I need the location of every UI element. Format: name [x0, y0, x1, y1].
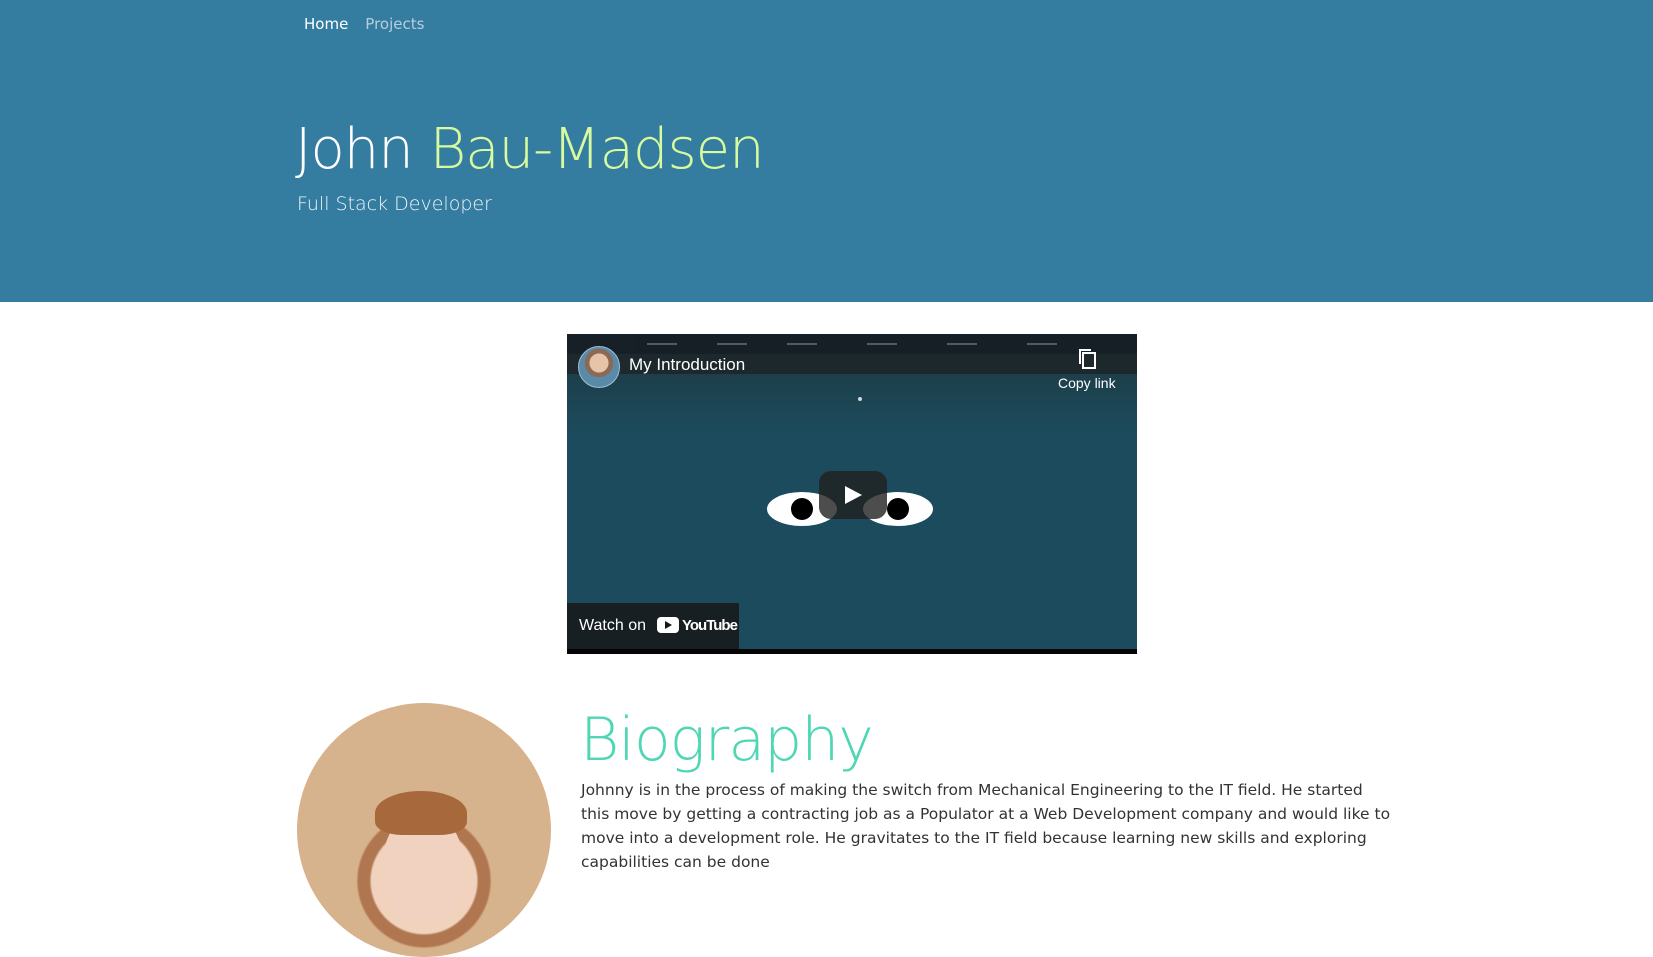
portrait-hair — [375, 791, 467, 835]
biography-heading: Biography — [580, 705, 874, 775]
youtube-logo-icon — [657, 617, 679, 633]
watch-on-youtube-button[interactable]: Watch on YouTube — [567, 603, 739, 649]
watch-on-label: Watch on — [579, 617, 646, 634]
nav-projects-link[interactable]: Projects — [365, 15, 424, 33]
video-progress-bar — [567, 649, 1137, 654]
profile-photo — [297, 703, 551, 957]
copy-link-label[interactable]: Copy link — [1058, 375, 1116, 391]
play-icon — [845, 486, 862, 504]
page-title: John Bau-Madsen — [295, 114, 765, 186]
youtube-embed[interactable]: My Introduction Copy link Watch on YouTu… — [567, 334, 1137, 654]
copy-icon[interactable] — [1077, 347, 1099, 371]
video-frame-cursor-dot — [858, 397, 862, 401]
video-frame-shade — [567, 374, 1137, 434]
biography-text: Johnny is in the process of making the s… — [581, 781, 1391, 871]
video-title[interactable]: My Introduction — [629, 355, 745, 375]
nav-home-link[interactable]: Home — [304, 15, 348, 33]
play-button[interactable] — [819, 471, 887, 519]
hero-header: Home Projects John Bau-Madsen Full Stack… — [0, 0, 1653, 302]
channel-avatar[interactable] — [578, 346, 620, 388]
last-name: Bau-Madsen — [429, 117, 765, 182]
first-name: John — [295, 117, 414, 182]
job-title: Full Stack Developer — [297, 193, 492, 215]
main-nav: Home Projects — [304, 15, 424, 33]
youtube-wordmark: YouTube — [682, 617, 738, 634]
